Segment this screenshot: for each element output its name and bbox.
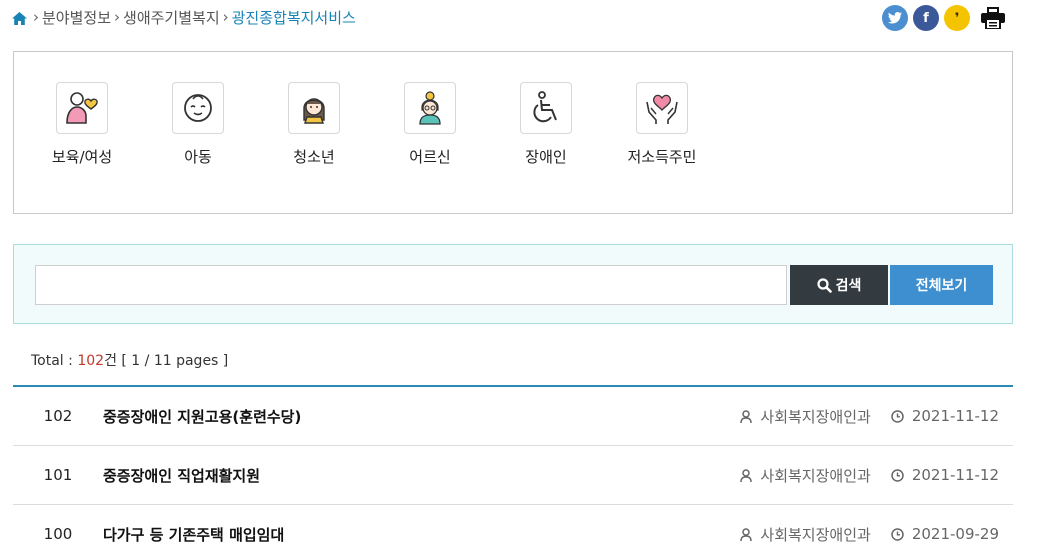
category-label: 보육/여성	[51, 148, 113, 166]
printer-icon	[981, 7, 1005, 29]
item-department: 사회복지장애인과	[740, 524, 871, 545]
wheelchair-icon	[533, 91, 557, 123]
total-number: 102	[77, 353, 105, 369]
department-text: 사회복지장애인과	[760, 466, 871, 485]
date-text: 2021-09-29	[911, 525, 999, 543]
twitter-button[interactable]	[882, 5, 908, 31]
item-title[interactable]: 중증장애인 직업재활지원	[103, 465, 260, 486]
chevron-right-icon: ›	[222, 8, 229, 26]
category-label: 저소득주민	[627, 148, 697, 166]
item-date: 2021-09-29	[891, 525, 999, 543]
view-all-button[interactable]: 전체보기	[890, 265, 993, 305]
item-meta: 사회복지장애인과 2021-11-12	[720, 387, 999, 445]
view-all-label: 전체보기	[915, 278, 968, 294]
category-elderly[interactable]: 어르신	[385, 82, 475, 167]
date-text: 2021-11-12	[911, 466, 999, 484]
twitter-icon	[888, 12, 902, 24]
person-icon	[740, 527, 753, 541]
print-button[interactable]	[979, 5, 1007, 31]
item-department: 사회복지장애인과	[740, 465, 871, 486]
item-department: 사회복지장애인과	[740, 406, 871, 427]
person-icon	[740, 409, 753, 423]
search-input[interactable]	[35, 265, 787, 305]
mother-baby-icon	[66, 92, 98, 124]
department-text: 사회복지장애인과	[760, 525, 871, 544]
category-youth[interactable]: 청소년	[269, 82, 359, 167]
board-list: 102 중증장애인 지원고용(훈련수당) 사회복지장애인과 2021-11-12…	[13, 385, 1013, 556]
heart-hands-icon	[646, 94, 678, 124]
category-tile[interactable]	[288, 82, 340, 134]
list-item[interactable]: 101 중증장애인 직업재활지원 사회복지장애인과 2021-11-12	[13, 446, 1013, 505]
search-button[interactable]: 검색	[790, 265, 888, 305]
facebook-button[interactable]: f	[913, 5, 939, 31]
breadcrumb-item-field-info[interactable]: 분야별정보	[42, 7, 111, 28]
kakaostory-icon: ❜	[954, 10, 960, 26]
home-icon[interactable]	[12, 11, 27, 25]
search-icon	[817, 277, 832, 293]
share-buttons: f ❜	[882, 5, 1007, 31]
item-number: 101	[43, 466, 73, 484]
breadcrumb-item-current: 광진종합복지서비스	[231, 8, 356, 27]
total-prefix: Total :	[31, 353, 78, 369]
total-suffix: 건 [ 1 / 11 pages ]	[104, 353, 229, 369]
category-childcare-women[interactable]: 보육/여성	[37, 82, 127, 167]
breadcrumb: › 분야별정보 › 생애주기별복지 › 광진종합복지서비스	[12, 7, 356, 28]
category-tile[interactable]	[520, 82, 572, 134]
search-button-label: 검색	[835, 278, 862, 294]
person-icon	[740, 468, 753, 482]
clock-icon	[891, 468, 904, 482]
category-label: 아동	[184, 148, 212, 166]
item-number: 102	[43, 407, 73, 425]
top-bar: › 분야별정보 › 생애주기별복지 › 광진종합복지서비스 f ❜	[12, 5, 1007, 31]
item-date: 2021-11-12	[891, 466, 999, 484]
child-face-icon	[184, 94, 212, 122]
item-title[interactable]: 다가구 등 기존주택 매입임대	[103, 524, 284, 545]
item-number: 100	[43, 525, 73, 543]
item-meta: 사회복지장애인과 2021-11-12	[720, 446, 999, 504]
category-tile[interactable]	[56, 82, 108, 134]
category-panel: 보육/여성 아동 청소년 어르신 장애인 저소득주민	[13, 51, 1013, 214]
list-item[interactable]: 100 다가구 등 기존주택 매입임대 사회복지장애인과 2021-09-29	[13, 505, 1013, 556]
kakaostory-button[interactable]: ❜	[944, 5, 970, 31]
teen-icon	[303, 98, 325, 124]
facebook-icon: f	[923, 10, 929, 26]
chevron-right-icon: ›	[114, 8, 121, 26]
total-count: Total : 102건 [ 1 / 11 pages ]	[31, 350, 228, 370]
item-title[interactable]: 중증장애인 지원고용(훈련수당)	[103, 406, 301, 427]
category-tile[interactable]	[172, 82, 224, 134]
category-label: 어르신	[409, 148, 451, 166]
item-meta: 사회복지장애인과 2021-09-29	[720, 505, 999, 556]
category-disabled[interactable]: 장애인	[501, 82, 591, 167]
category-children[interactable]: 아동	[153, 82, 243, 167]
list-item[interactable]: 102 중증장애인 지원고용(훈련수당) 사회복지장애인과 2021-11-12	[13, 387, 1013, 446]
breadcrumb-item-lifecycle[interactable]: 생애주기별복지	[123, 7, 220, 28]
clock-icon	[891, 527, 904, 541]
category-tile[interactable]	[636, 82, 688, 134]
elderly-icon	[419, 91, 441, 125]
category-low-income[interactable]: 저소득주민	[617, 82, 707, 167]
clock-icon	[891, 409, 904, 423]
department-text: 사회복지장애인과	[760, 407, 871, 426]
category-label: 장애인	[525, 148, 567, 166]
category-label: 청소년	[293, 148, 335, 166]
chevron-right-icon: ›	[33, 8, 39, 26]
item-date: 2021-11-12	[891, 407, 999, 425]
date-text: 2021-11-12	[911, 407, 999, 425]
search-panel: 검색 전체보기	[13, 244, 1013, 324]
category-tile[interactable]	[404, 82, 456, 134]
